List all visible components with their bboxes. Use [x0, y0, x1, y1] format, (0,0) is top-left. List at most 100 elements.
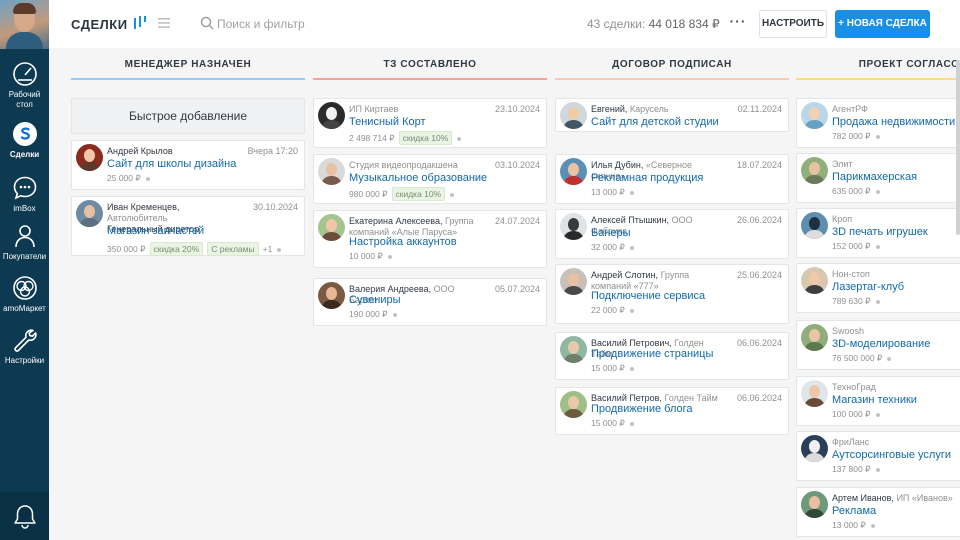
sidebar-item-settings-label: Настройки: [4, 356, 45, 365]
contact-avatar[interactable]: [801, 380, 828, 407]
deal-card[interactable]: Алексей Птышкин, ООО Фабрика 26.06.2024 Ба…: [555, 209, 789, 259]
deal-title-link[interactable]: 3D-моделирование: [832, 338, 930, 350]
column-header[interactable]: ТЗ СОСТАВЛЕНО: [313, 48, 547, 80]
contact-avatar[interactable]: [801, 212, 828, 239]
list-view-icon[interactable]: [157, 16, 171, 30]
deal-title-link[interactable]: Лазертаг-клуб: [832, 281, 904, 293]
contact-avatar[interactable]: [560, 268, 587, 295]
deal-card[interactable]: Иван Кременцев, Автолюбитель Генеральный …: [71, 196, 305, 256]
contact-avatar[interactable]: [318, 102, 345, 129]
deal-card[interactable]: Студия видеопродакшена 03.10.2024 Музыкаль…: [313, 154, 547, 204]
contact-avatar[interactable]: [801, 157, 828, 184]
deal-title-link[interactable]: Реклама: [832, 505, 876, 517]
deal-title-link[interactable]: Подключение сервиса: [591, 290, 705, 302]
deal-title-link[interactable]: Музыкальное образование: [349, 172, 487, 184]
contact-avatar[interactable]: [801, 102, 828, 129]
deal-title-link[interactable]: Сувениры: [349, 294, 401, 306]
sidebar-item-deals[interactable]: Сделки: [0, 121, 49, 160]
scrollbar[interactable]: [956, 60, 960, 235]
notifications-button[interactable]: [0, 492, 49, 540]
column-header[interactable]: МЕНЕДЖЕР НАЗНАЧЕН: [71, 48, 305, 80]
company-name: ТехноГрад: [832, 382, 876, 392]
contact-avatar[interactable]: [801, 267, 828, 294]
contact-avatar[interactable]: [801, 491, 828, 518]
deal-title-link[interactable]: Парикмахерская: [832, 171, 917, 183]
deal-card[interactable]: Swoosh 3D-моделирование 76 500 000 ₽: [796, 320, 960, 370]
deal-title-link[interactable]: Аутсорсинговые услуги: [832, 449, 951, 461]
contact-avatar[interactable]: [560, 391, 587, 418]
deal-card[interactable]: ИП Киртаев 23.10.2024 Тенисный Корт 2 498 7…: [313, 98, 547, 148]
quick-add-button[interactable]: Быстрое добавление: [71, 98, 305, 134]
deal-card[interactable]: Андрей Слотин, Группа компаний «777» 25.0…: [555, 264, 789, 324]
user-avatar[interactable]: [0, 0, 49, 49]
deal-card[interactable]: Кроп 3D печать игрушек 152 000 ₽: [796, 208, 960, 258]
deal-tag[interactable]: скидка 10%: [391, 187, 446, 201]
deal-price-row: 782 000 ₽: [832, 131, 880, 142]
deal-date: 06.06.2024: [733, 338, 782, 349]
deal-meta: Андрей Слотин, Группа компаний «777» 25.0…: [591, 270, 782, 292]
sidebar-item-dashboard[interactable]: Рабочий стол: [0, 61, 49, 110]
deal-tag[interactable]: скидка 20%: [149, 242, 204, 256]
deal-card[interactable]: Валерия Андреева, ООО Бархат 05.07.2024 Су…: [313, 278, 547, 326]
sidebar-item-imbox[interactable]: imBox: [0, 175, 49, 214]
deal-meta: Артем Иванов, ИП «Иванов»: [832, 493, 960, 504]
deal-card[interactable]: Артем Иванов, ИП «Иванов» Реклама 13 000 ₽: [796, 487, 960, 537]
deal-title-link[interactable]: Сайт для детской студии: [591, 116, 719, 128]
deal-title-link[interactable]: Настройка аккаунтов: [349, 236, 457, 248]
sidebar-item-customers[interactable]: Покупатели: [0, 223, 49, 262]
deal-card[interactable]: Илья Дубин, «Северное сияние» 18.07.2024 Р…: [555, 154, 789, 204]
contact-avatar[interactable]: [560, 102, 587, 129]
deal-card[interactable]: Василий Петрович, Голден Тайм 06.06.2024 П…: [555, 332, 789, 380]
contact-avatar[interactable]: [76, 200, 103, 227]
deal-price: 15 000 ₽: [591, 363, 625, 373]
deal-title-link[interactable]: Сайт для школы дизайна: [107, 158, 236, 170]
deal-card[interactable]: Екатерина Алексеева, Группа компаний «Ал…: [313, 210, 547, 268]
new-deal-button[interactable]: + НОВАЯ СДЕЛКА: [835, 10, 930, 38]
contact-avatar[interactable]: [560, 158, 587, 185]
sidebar-item-market[interactable]: amoМаркет: [0, 275, 49, 314]
deal-title-link[interactable]: Магазин техники: [832, 394, 917, 406]
column-header[interactable]: ПРОЕКТ СОГЛАСОВ: [796, 48, 960, 80]
deal-title-link[interactable]: Магазин запчастей: [107, 225, 204, 237]
deal-card[interactable]: Нон-стоп Лазертаг-клуб 789 630 ₽: [796, 263, 960, 313]
more-tags[interactable]: +1: [263, 244, 273, 254]
search-input[interactable]: [217, 14, 427, 34]
deal-price: 10 000 ₽: [349, 251, 383, 261]
contact-avatar[interactable]: [318, 214, 345, 241]
contact-avatar[interactable]: [318, 282, 345, 309]
pipeline-view-icon[interactable]: [133, 15, 147, 30]
contact-avatar[interactable]: [318, 158, 345, 185]
deal-title-link[interactable]: 3D печать игрушек: [832, 226, 928, 238]
deal-title-link[interactable]: Продвижение блога: [591, 403, 693, 415]
deal-tag[interactable]: скидка 10%: [398, 131, 453, 145]
deal-card[interactable]: АгентРФ Продажа недвижимости 782 000 ₽: [796, 98, 960, 148]
sidebar-item-settings[interactable]: Настройки: [0, 327, 49, 366]
setup-button[interactable]: НАСТРОИТЬ: [759, 10, 827, 38]
contact-avatar[interactable]: [560, 336, 587, 363]
deal-title-link[interactable]: Тенисный Корт: [349, 116, 426, 128]
deal-card[interactable]: Василий Петров, Голден Тайм 06.06.2024 Про…: [555, 387, 789, 435]
contact-avatar[interactable]: [560, 213, 587, 240]
deal-card[interactable]: ФриЛанс Аутсорсинговые услуги 137 800 ₽: [796, 431, 960, 481]
deal-title-link[interactable]: Рекламная продукция: [591, 172, 703, 184]
more-options-button[interactable]: ···: [725, 12, 751, 36]
deal-title-link[interactable]: Продажа недвижимости: [832, 116, 955, 128]
top-bar: СДЕЛКИ 43 сделки: 44 018 834 ₽ ··· НАСТР…: [49, 0, 960, 48]
contact-avatar[interactable]: [801, 435, 828, 462]
deal-date: 25.06.2024: [733, 270, 782, 281]
deal-card[interactable]: ТехноГрад Магазин техники 100 000 ₽: [796, 376, 960, 426]
deal-price-row: 22 000 ₽: [591, 305, 634, 316]
contact-avatar[interactable]: [76, 144, 103, 171]
deal-title-link[interactable]: Продвижение страницы: [591, 348, 713, 360]
deal-tag[interactable]: С рекламы: [207, 242, 259, 256]
deal-meta: Евгений, Карусель 02.11.2024: [591, 104, 782, 115]
deal-card[interactable]: Андрей Крылов Вчера 17:20 Сайт для школы …: [71, 140, 305, 190]
deal-card[interactable]: Элит Парикмахерская 635 000 ₽: [796, 153, 960, 203]
deal-meta: Swoosh: [832, 326, 960, 337]
deal-card[interactable]: Евгений, Карусель 02.11.2024 Сайт для детс…: [555, 98, 789, 132]
sidebar-item-deals-label: Сделки: [9, 150, 40, 159]
deal-title-link[interactable]: Банеры: [591, 227, 631, 239]
status-dot: [629, 245, 634, 250]
contact-avatar[interactable]: [801, 324, 828, 351]
column-header[interactable]: ДОГОВОР ПОДПИСАН: [555, 48, 789, 80]
